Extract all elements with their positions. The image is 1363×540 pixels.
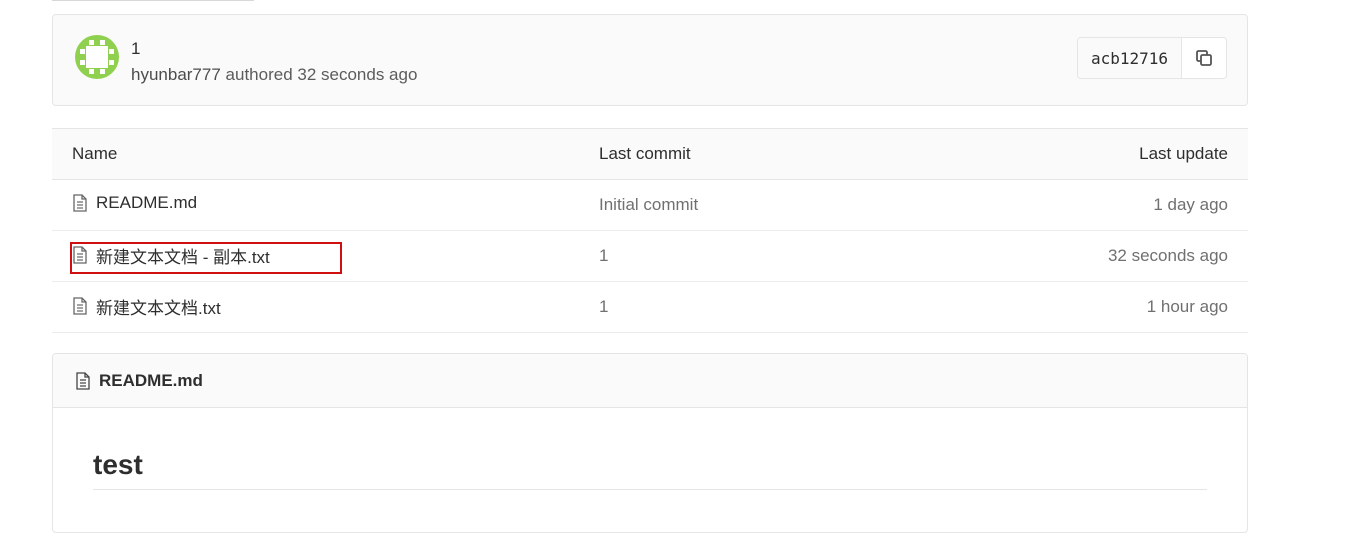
- column-header-name: Name: [52, 128, 579, 180]
- readme-filename-link[interactable]: README.md: [99, 371, 203, 391]
- file-name: 新建文本文档 - 副本.txt: [96, 247, 270, 267]
- commit-sha-group: acb12716: [1076, 37, 1227, 79]
- commit-author-link[interactable]: hyunbar777: [131, 65, 221, 84]
- commit-title[interactable]: 1: [131, 39, 140, 59]
- readme-panel: README.md test: [52, 353, 1248, 533]
- last-update-text: 1 day ago: [890, 179, 1248, 231]
- file-text-icon: [72, 194, 88, 212]
- file-tree-table: Name Last commit Last update README.md I…: [52, 128, 1248, 333]
- copy-sha-button[interactable]: [1182, 38, 1226, 78]
- file-text-icon: [72, 297, 88, 315]
- commit-sha-label[interactable]: acb12716: [1077, 38, 1182, 78]
- file-text-icon: [75, 371, 91, 390]
- last-update-text: 1 hour ago: [890, 281, 1248, 333]
- copy-icon: [1196, 50, 1212, 66]
- last-update-text: 32 seconds ago: [890, 230, 1248, 282]
- commit-authored-text: authored 32 seconds ago: [225, 65, 418, 84]
- file-text-icon: [72, 246, 88, 264]
- last-commit-link[interactable]: 1: [579, 281, 891, 333]
- table-row: 新建文本文档.txt 1 1 hour ago: [52, 281, 1248, 333]
- file-link-copy-txt[interactable]: 新建文本文档 - 副本.txt: [72, 243, 270, 268]
- file-name-cell: 新建文本文档.txt: [52, 281, 579, 333]
- column-header-last-update: Last update: [890, 128, 1248, 180]
- file-link-txt[interactable]: 新建文本文档.txt: [72, 294, 221, 319]
- table-row: 新建文本文档 - 副本.txt 1 32 seconds ago: [52, 230, 1248, 282]
- file-name-cell: README.md: [52, 179, 579, 231]
- file-link-readme[interactable]: README.md: [72, 193, 197, 213]
- last-commit-link[interactable]: 1: [579, 230, 891, 282]
- file-name: 新建文本文档.txt: [96, 298, 221, 318]
- readme-header: README.md: [53, 354, 1247, 408]
- commit-meta: hyunbar777 authored 32 seconds ago: [131, 65, 417, 85]
- column-header-last-commit: Last commit: [579, 128, 891, 180]
- file-name-cell: 新建文本文档 - 副本.txt: [52, 230, 579, 282]
- readme-heading: test: [93, 449, 1207, 490]
- top-tab-divider: [52, 0, 254, 1]
- table-row: README.md Initial commit 1 day ago: [52, 179, 1248, 231]
- readme-content: test: [53, 449, 1247, 490]
- user-avatar[interactable]: [75, 35, 119, 79]
- last-commit-link[interactable]: Initial commit: [579, 179, 891, 231]
- last-commit-panel: 1 hyunbar777 authored 32 seconds ago acb…: [52, 14, 1248, 106]
- table-header-row: Name Last commit Last update: [52, 128, 1248, 180]
- file-name: README.md: [96, 193, 198, 212]
